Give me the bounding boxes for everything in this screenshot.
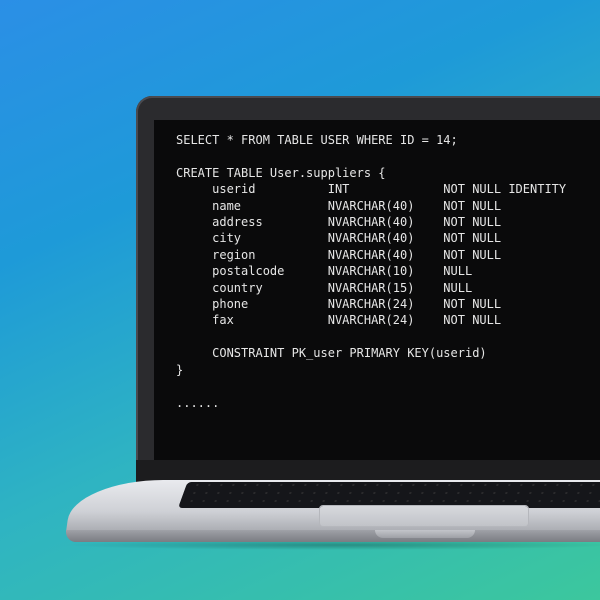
- trackpad: [320, 506, 528, 526]
- keyboard: [178, 482, 600, 508]
- code-line: userid INT NOT NULL IDENTITY: [176, 182, 567, 197]
- code-line: SELECT * FROM TABLE USER WHERE ID = 14;: [176, 133, 458, 147]
- code-line: city NVARCHAR(40) NOT NULL: [176, 231, 502, 246]
- code-line: fax NVARCHAR(24) NOT NULL: [176, 313, 502, 328]
- lid-opening-notch: [375, 530, 475, 538]
- code-line: phone NVARCHAR(24) NOT NULL: [176, 297, 502, 312]
- code-line: ......: [176, 395, 220, 410]
- code-line: region NVARCHAR(40) NOT NULL: [176, 247, 502, 262]
- code-line: CREATE TABLE User.suppliers {: [176, 165, 386, 180]
- code-line: country NVARCHAR(15) NULL: [176, 280, 473, 295]
- sql-code-block: SELECT * FROM TABLE USER WHERE ID = 14; …: [176, 132, 566, 411]
- code-line: }: [176, 362, 184, 377]
- laptop-base-front-edge: [66, 530, 600, 542]
- code-line: postalcode NVARCHAR(10) NULL: [176, 264, 473, 279]
- code-line: address NVARCHAR(40) NOT NULL: [176, 215, 502, 230]
- code-line: CONSTRAINT PK_user PRIMARY KEY(userid): [176, 346, 487, 361]
- laptop-screen: SELECT * FROM TABLE USER WHERE ID = 14; …: [154, 120, 600, 460]
- code-line: name NVARCHAR(40) NOT NULL: [176, 198, 502, 213]
